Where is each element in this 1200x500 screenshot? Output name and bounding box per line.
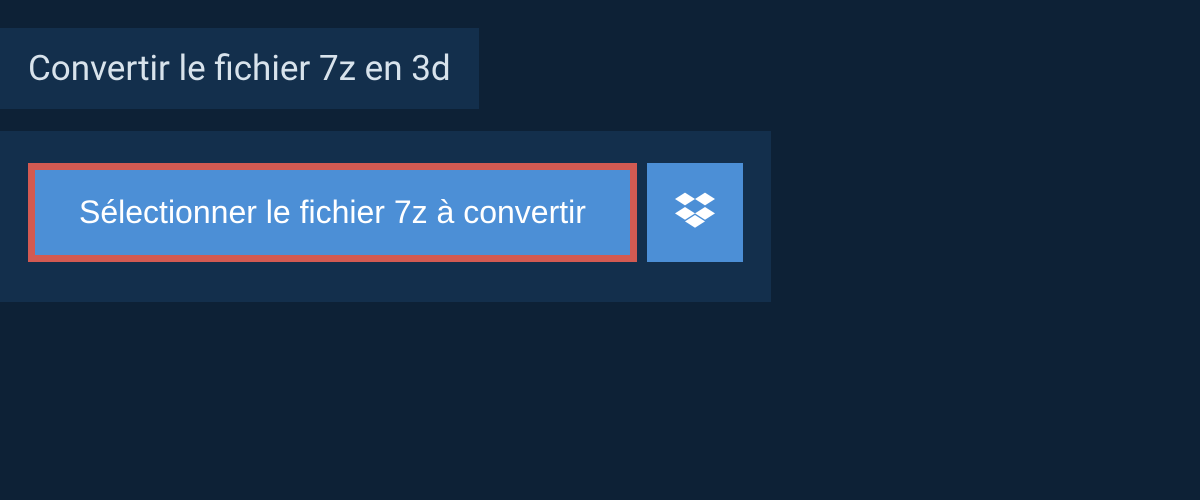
header-bar: Convertir le fichier 7z en 3d [0, 28, 479, 109]
page-title: Convertir le fichier 7z en 3d [28, 48, 451, 89]
select-file-button[interactable]: Sélectionner le fichier 7z à convertir [28, 163, 637, 262]
select-file-label: Sélectionner le fichier 7z à convertir [79, 194, 586, 231]
dropbox-button[interactable] [647, 163, 743, 262]
upload-panel: Sélectionner le fichier 7z à convertir [0, 131, 771, 302]
dropbox-icon [675, 191, 715, 234]
